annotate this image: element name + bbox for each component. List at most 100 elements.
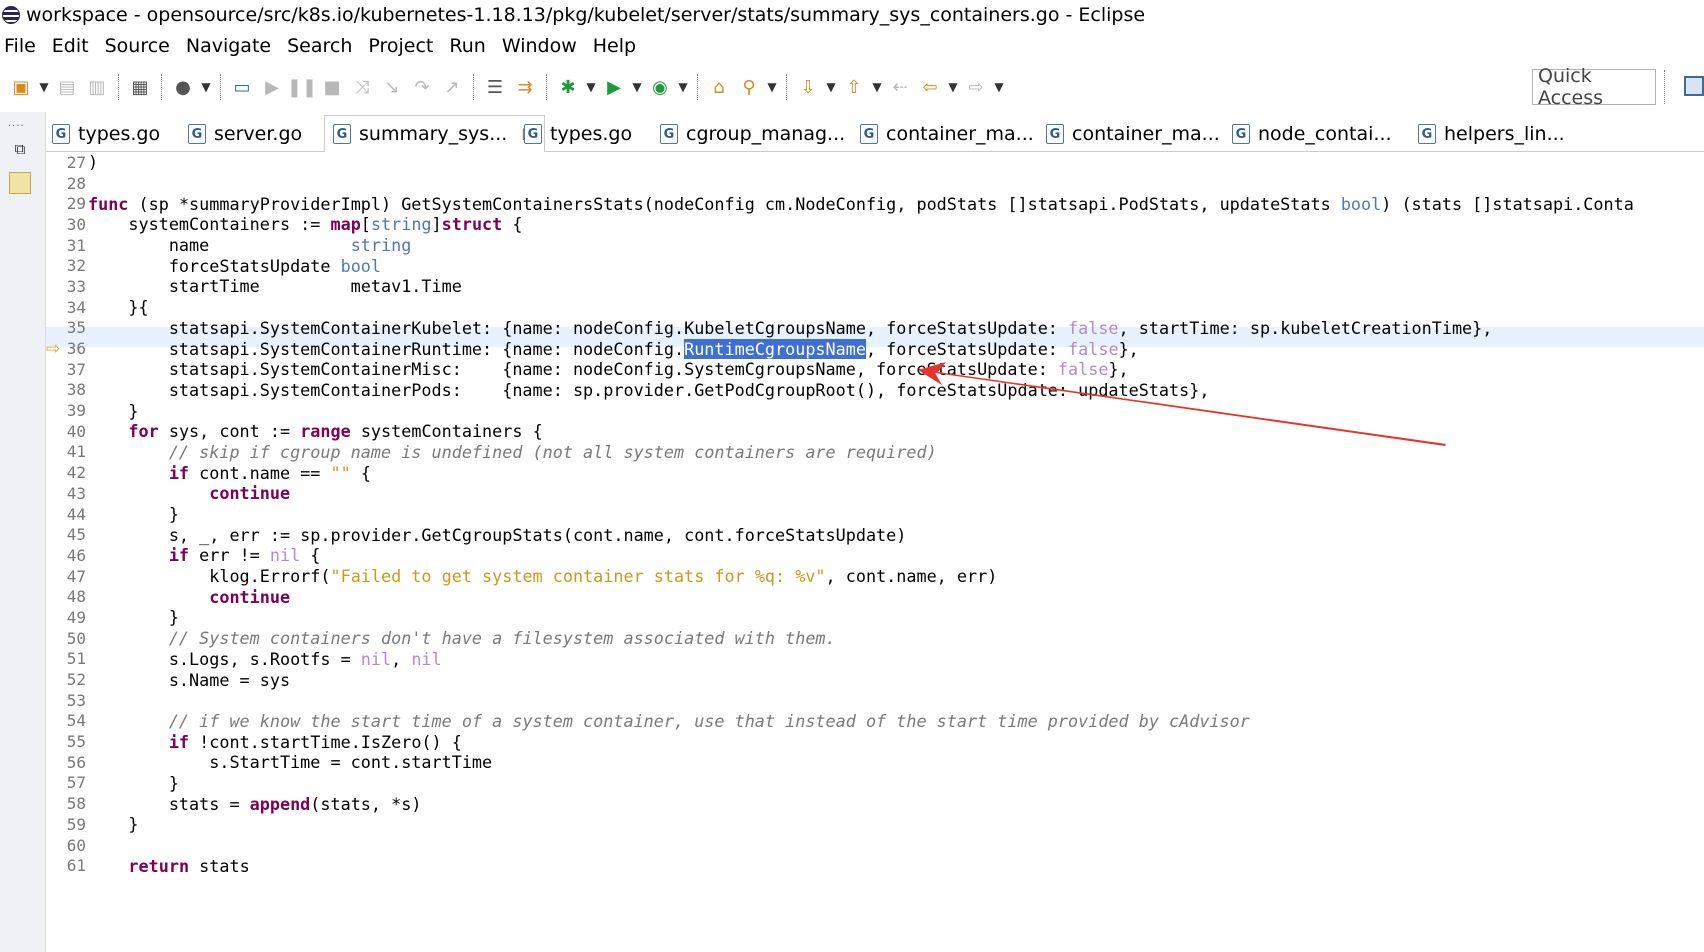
- use-step-filters-icon[interactable]: ⇉: [513, 75, 537, 99]
- code-line[interactable]: 57 }: [46, 773, 1704, 794]
- forward-icon[interactable]: ⇨: [964, 75, 988, 99]
- previous-annotation-icon[interactable]: ⇧: [842, 75, 866, 99]
- tab-helpers-linux[interactable]: G helpers_lin...: [1418, 116, 1565, 152]
- code-line[interactable]: 30 systemContainers := map[string]struct…: [46, 214, 1704, 235]
- new-dropdown-chevron-icon[interactable]: ▼: [37, 75, 51, 99]
- search-icon[interactable]: ⚲: [737, 75, 761, 99]
- next-annotation-chevron-icon[interactable]: ▼: [824, 75, 838, 99]
- code-text: statsapi.SystemContainerKubelet: {name: …: [88, 317, 1493, 338]
- menu-help[interactable]: Help: [587, 35, 646, 57]
- tab-label: container_ma...: [1072, 123, 1220, 145]
- code-editor[interactable]: 27) 28 29 func (sp *summaryProviderImpl) Ge…: [46, 152, 1704, 952]
- code-line[interactable]: 34 }{: [46, 297, 1704, 318]
- code-line[interactable]: 49 }: [46, 607, 1704, 628]
- code-text: // System containers don't have a filesy…: [168, 628, 836, 649]
- code-line[interactable]: 51 s.Logs, s.Rootfs = nil, nil: [46, 649, 1704, 670]
- step-into-icon[interactable]: ↘: [380, 75, 404, 99]
- step-return-icon[interactable]: ↗: [440, 75, 464, 99]
- target-dropdown-chevron-icon[interactable]: ▼: [199, 75, 213, 99]
- next-annotation-icon[interactable]: ⇩: [796, 75, 820, 99]
- menu-navigate[interactable]: Navigate: [180, 35, 281, 57]
- menu-window[interactable]: Window: [496, 35, 587, 57]
- code-line[interactable]: 44 }: [46, 504, 1704, 525]
- step-over-icon[interactable]: ↷: [410, 75, 434, 99]
- run-icon[interactable]: ▶: [602, 75, 626, 99]
- last-edit-location-icon[interactable]: ⇠: [888, 75, 912, 99]
- code-line[interactable]: 29 func (sp *summaryProviderImpl) GetSyst…: [46, 193, 1704, 214]
- code-line[interactable]: 56 s.StartTime = cont.startTime: [46, 752, 1704, 773]
- code-line[interactable]: 40 for sys, cont := range systemContaine…: [46, 421, 1704, 442]
- code-line[interactable]: 60: [46, 835, 1704, 856]
- forward-dropdown-chevron-icon[interactable]: ▼: [992, 75, 1006, 99]
- code-line[interactable]: 37 statsapi.SystemContainerMisc: {name: …: [46, 359, 1704, 380]
- save-all-icon[interactable]: ▥: [85, 75, 109, 99]
- console-icon[interactable]: ▭: [230, 75, 254, 99]
- quick-access-field[interactable]: Quick Access: [1532, 65, 1656, 109]
- menu-search[interactable]: Search: [281, 35, 362, 57]
- code-line[interactable]: 47 klog.Errorf("Failed to get system con…: [46, 566, 1704, 587]
- tab-node-container[interactable]: G node_contai...: [1232, 116, 1392, 152]
- code-line[interactable]: 39 }: [46, 400, 1704, 421]
- back-dropdown-chevron-icon[interactable]: ▼: [946, 75, 960, 99]
- search-dropdown-chevron-icon[interactable]: ▼: [765, 75, 779, 99]
- previous-annotation-chevron-icon[interactable]: ▼: [870, 75, 884, 99]
- code-line[interactable]: 38 statsapi.SystemContainerPods: {name: …: [46, 380, 1704, 401]
- selected-text: RuntimeCgroupsName: [684, 338, 866, 359]
- code-line[interactable]: 35 statsapi.SystemContainerKubelet: {nam…: [46, 318, 1704, 339]
- code-line[interactable]: ⇨ 36 statsapi.SystemContainerRuntime: {na…: [46, 338, 1704, 359]
- tab-summary-sys-containers[interactable]: G summary_sys... ☒: [324, 115, 545, 153]
- code-line[interactable]: 42 if cont.name == "" {: [46, 462, 1704, 483]
- code-line[interactable]: 28: [46, 173, 1704, 194]
- menu-file[interactable]: File: [0, 35, 46, 57]
- code-line[interactable]: 61 return stats: [46, 855, 1704, 876]
- code-line[interactable]: 58 stats = append(stats, *s): [46, 793, 1704, 814]
- go-file-icon: G: [660, 124, 678, 144]
- menu-project[interactable]: Project: [362, 35, 443, 57]
- tab-types-go[interactable]: G types.go: [52, 116, 160, 152]
- menu-source[interactable]: Source: [99, 35, 180, 57]
- debug-dropdown-chevron-icon[interactable]: ▼: [584, 75, 598, 99]
- trim-handle-icon[interactable]: ....: [8, 118, 25, 129]
- tab-server-go[interactable]: G server.go: [188, 116, 302, 152]
- package-explorer-icon[interactable]: [9, 172, 31, 194]
- code-line[interactable]: 46 if err != nil {: [46, 545, 1704, 566]
- code-line[interactable]: 33 startTime metav1.Time: [46, 276, 1704, 297]
- code-line[interactable]: 50 // System containers don't have a fil…: [46, 628, 1704, 649]
- debug-target-icon[interactable]: ●: [171, 75, 195, 99]
- tab-cgroup-manager[interactable]: G cgroup_manag...: [660, 116, 845, 152]
- back-icon[interactable]: ⇦: [918, 75, 942, 99]
- menu-edit[interactable]: Edit: [46, 35, 99, 57]
- terminate-icon[interactable]: ■: [320, 75, 344, 99]
- code-line[interactable]: 54 // if we know the start time of a sys…: [46, 711, 1704, 732]
- resume-icon[interactable]: ▶: [260, 75, 284, 99]
- open-perspective-icon[interactable]: [1684, 76, 1704, 96]
- code-line[interactable]: 55 if !cont.startTime.IsZero() {: [46, 731, 1704, 752]
- tab-types-go-2[interactable]: G types.go: [524, 116, 632, 152]
- restore-icon[interactable]: ⧉: [11, 140, 29, 158]
- open-task-icon[interactable]: ⌂: [707, 75, 731, 99]
- menu-run[interactable]: Run: [443, 35, 495, 57]
- build-icon[interactable]: ▦: [128, 75, 152, 99]
- save-icon[interactable]: ▤: [55, 75, 79, 99]
- new-wizard-icon[interactable]: ▣: [9, 75, 33, 99]
- code-line[interactable]: 48 continue: [46, 586, 1704, 607]
- code-line[interactable]: 43 continue: [46, 483, 1704, 504]
- code-line[interactable]: 31 name string: [46, 235, 1704, 256]
- code-line[interactable]: 53: [46, 690, 1704, 711]
- run-dropdown-chevron-icon[interactable]: ▼: [630, 75, 644, 99]
- code-line[interactable]: 45 s, _, err := sp.provider.GetCgroupSta…: [46, 524, 1704, 545]
- suspend-icon[interactable]: ❚❚: [287, 75, 317, 99]
- disconnect-icon[interactable]: ⤨: [350, 75, 374, 99]
- coverage-icon[interactable]: ◉: [648, 75, 672, 99]
- code-line[interactable]: 27): [46, 152, 1704, 173]
- code-line[interactable]: 41 // skip if cgroup name is undefined (…: [46, 442, 1704, 463]
- drop-to-frame-icon[interactable]: ☰: [483, 75, 507, 99]
- code-line[interactable]: 32 forceStatsUpdate bool: [46, 255, 1704, 276]
- tab-container-manager-1[interactable]: G container_ma...: [860, 116, 1034, 152]
- coverage-dropdown-chevron-icon[interactable]: ▼: [676, 75, 690, 99]
- code-line[interactable]: 52 s.Name = sys: [46, 669, 1704, 690]
- line-number: 55: [66, 732, 86, 752]
- tab-container-manager-2[interactable]: G container_ma...: [1046, 116, 1220, 152]
- code-line[interactable]: 59 }: [46, 814, 1704, 835]
- debug-icon[interactable]: ✱: [556, 75, 580, 99]
